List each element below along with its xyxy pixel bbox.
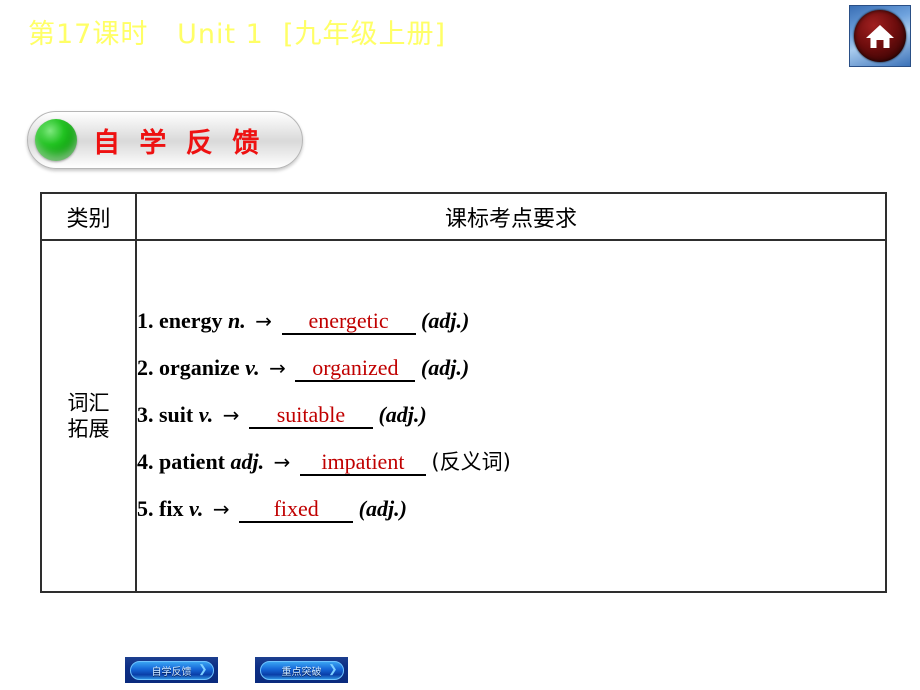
green-dot-icon	[35, 119, 77, 161]
nav-button-inner: 自学反馈 ❯	[129, 660, 214, 680]
item-part-of-speech: v.	[245, 354, 260, 380]
item-number: 4.	[137, 449, 154, 475]
section-header-label: 自 学 反 馈	[93, 127, 265, 159]
vocabulary-table: 类别 课标考点要求 词汇 拓展 1. energy n. → energetic…	[40, 192, 887, 593]
nav-button-self-study-feedback[interactable]: 自学反馈 ❯	[125, 657, 218, 683]
item-part-of-speech: v.	[188, 496, 204, 522]
item-number: 1.	[137, 307, 154, 333]
chevron-right-icon: ❯	[198, 663, 208, 676]
vocabulary-list: 1. energy n. → energetic (adj.) 2. organ…	[135, 239, 887, 593]
arrow-icon: →	[222, 402, 240, 427]
nav-button-key-breakthrough[interactable]: 重点突破 ❯	[255, 657, 348, 683]
item-number: 3.	[137, 401, 154, 427]
chevron-right-icon: ❯	[328, 663, 338, 676]
list-item: 5. fix v. → fixed (adj.)	[137, 496, 885, 524]
table-row: 词汇 拓展 1. energy n. → energetic (adj.) 2.…	[40, 239, 887, 593]
item-answer-blank: impatient	[299, 449, 426, 477]
table-header-category: 类别	[40, 192, 137, 241]
category-label-line-2: 拓展	[67, 417, 110, 441]
list-item: 3. suit v. → suitable (adj.)	[137, 401, 885, 430]
item-answer-blank: energetic	[281, 308, 416, 335]
arrow-icon: →	[255, 308, 273, 333]
item-number: 2.	[137, 354, 154, 380]
item-answer-blank: fixed	[239, 497, 354, 524]
home-icon	[865, 23, 895, 50]
home-button-circle	[854, 10, 906, 62]
category-label: 词汇 拓展	[40, 239, 137, 593]
nav-button-inner: 重点突破 ❯	[259, 660, 344, 680]
item-word: fix	[159, 496, 184, 522]
list-item: 2. organize v. → organized (adj.)	[137, 354, 885, 382]
list-item: 4. patient adj. → impatient (反义词)	[137, 449, 885, 477]
item-tail: (反义词)	[431, 450, 511, 475]
table-header-requirement: 课标考点要求	[135, 192, 887, 241]
item-part-of-speech: n.	[228, 307, 246, 333]
page-title: 第17课时 Unit 1 [九年级上册]	[28, 19, 447, 50]
item-tail: (adj.)	[378, 401, 427, 427]
item-tail: (adj.)	[421, 307, 470, 333]
item-part-of-speech: adj.	[230, 449, 265, 475]
slide-title-bar: 第17课时 Unit 1 [九年级上册]	[0, 0, 920, 72]
item-word: patient	[159, 449, 225, 475]
item-number: 5.	[137, 496, 154, 522]
bottom-navigation: 自学反馈 ❯ 重点突破 ❯	[125, 657, 348, 683]
nav-button-label: 重点突破	[281, 666, 322, 678]
item-answer-blank: organized	[295, 355, 416, 382]
item-word: energy	[159, 307, 223, 333]
nav-button-label: 自学反馈	[151, 666, 192, 678]
category-label-line-1: 词汇	[67, 390, 110, 415]
table-header-row: 类别 课标考点要求	[40, 192, 887, 241]
item-tail: (adj.)	[420, 354, 470, 380]
item-answer-blank: suitable	[248, 402, 373, 430]
arrow-icon: →	[273, 450, 291, 475]
item-word: organize	[159, 354, 240, 380]
item-tail: (adj.)	[358, 496, 407, 522]
arrow-icon: →	[269, 355, 286, 380]
home-button[interactable]	[849, 5, 911, 67]
arrow-icon: →	[212, 497, 230, 522]
section-header-badge: 自 学 反 馈	[27, 111, 303, 169]
list-item: 1. energy n. → energetic (adj.)	[137, 307, 885, 335]
item-part-of-speech: v.	[198, 401, 214, 427]
item-word: suit	[159, 401, 194, 427]
